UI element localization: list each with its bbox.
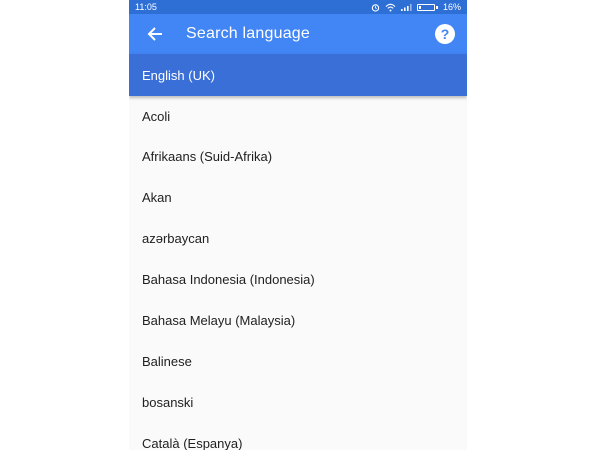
list-item[interactable]: Akan <box>129 177 467 218</box>
app-bar: Search language ? <box>129 14 467 54</box>
language-label: Afrikaans (Suid-Afrika) <box>142 149 273 164</box>
list-item[interactable]: azərbaycan <box>129 218 467 259</box>
phone-screen: 11:05 16% Search language ? English (UK)… <box>129 0 467 450</box>
list-item[interactable]: Balinese <box>129 341 467 382</box>
language-label: Balinese <box>142 354 192 369</box>
page-title: Search language <box>186 25 310 42</box>
alarm-icon <box>371 3 380 12</box>
language-label: Bahasa Melayu (Malaysia) <box>142 313 296 328</box>
list-item[interactable]: bosanski <box>129 382 467 423</box>
list-item[interactable]: Bahasa Melayu (Malaysia) <box>129 300 467 341</box>
language-list: Acoli Afrikaans (Suid-Afrika) Akan azərbayc… <box>129 96 467 450</box>
language-label: Akan <box>142 190 172 205</box>
signal-icon <box>400 3 412 11</box>
list-item[interactable]: Afrikaans (Suid-Afrika) <box>129 136 467 177</box>
status-time: 11:05 <box>135 2 157 12</box>
status-bar: 11:05 16% <box>129 0 467 14</box>
language-label: Bahasa Indonesia (Indonesia) <box>142 272 315 287</box>
help-icon[interactable]: ? <box>435 24 455 44</box>
selected-language-label: English (UK) <box>142 67 215 83</box>
list-item[interactable]: Acoli <box>129 96 467 136</box>
language-label: azərbaycan <box>142 231 210 246</box>
battery-percent: 16% <box>442 2 461 12</box>
status-icons: 16% <box>371 2 461 12</box>
list-item[interactable]: Català (Espanya) <box>129 423 467 450</box>
selected-language-row[interactable]: English (UK) <box>129 54 467 96</box>
list-item[interactable]: Bahasa Indonesia (Indonesia) <box>129 259 467 300</box>
language-label: bosanski <box>142 395 194 410</box>
arrow-left-icon[interactable] <box>143 22 167 46</box>
language-label: Acoli <box>142 108 171 124</box>
wifi-icon <box>385 3 396 12</box>
language-label: Català (Espanya) <box>142 436 243 450</box>
battery-icon <box>416 3 438 11</box>
